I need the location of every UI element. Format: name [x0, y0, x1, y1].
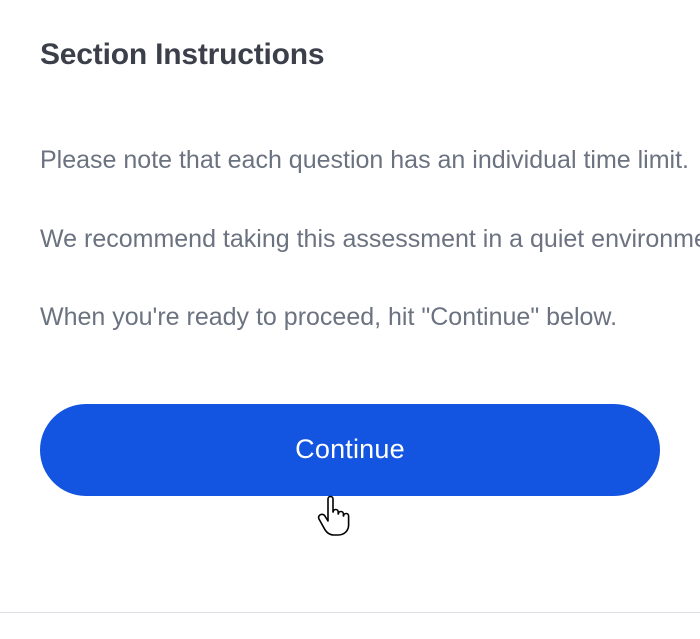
continue-button[interactable]: Continue	[40, 404, 660, 496]
instruction-line-2: We recommend taking this assessment in a…	[40, 223, 700, 256]
bottom-divider	[0, 612, 700, 613]
section-heading: Section Instructions	[40, 38, 700, 72]
instruction-line-3: When you're ready to proceed, hit "Conti…	[40, 301, 700, 334]
instruction-line-1: Please note that each question has an in…	[40, 144, 700, 177]
pointer-cursor-icon	[316, 495, 350, 542]
instructions-container: Section Instructions Please note that ea…	[0, 0, 700, 496]
